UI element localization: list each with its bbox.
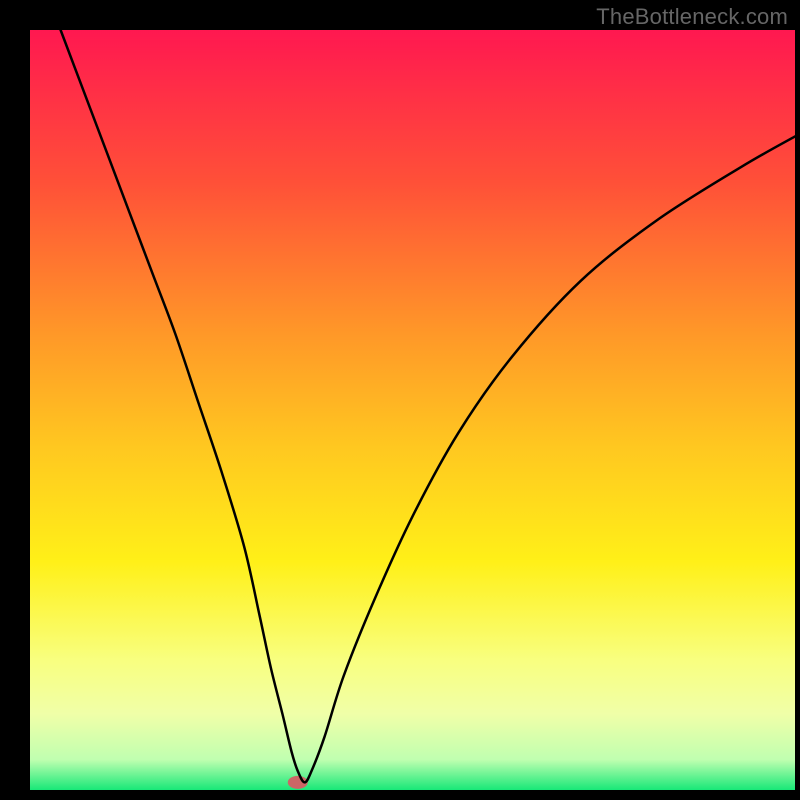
chart-svg [0, 0, 800, 800]
chart-frame: TheBottleneck.com [0, 0, 800, 800]
plot-background [30, 30, 795, 790]
watermark-text: TheBottleneck.com [596, 4, 788, 30]
